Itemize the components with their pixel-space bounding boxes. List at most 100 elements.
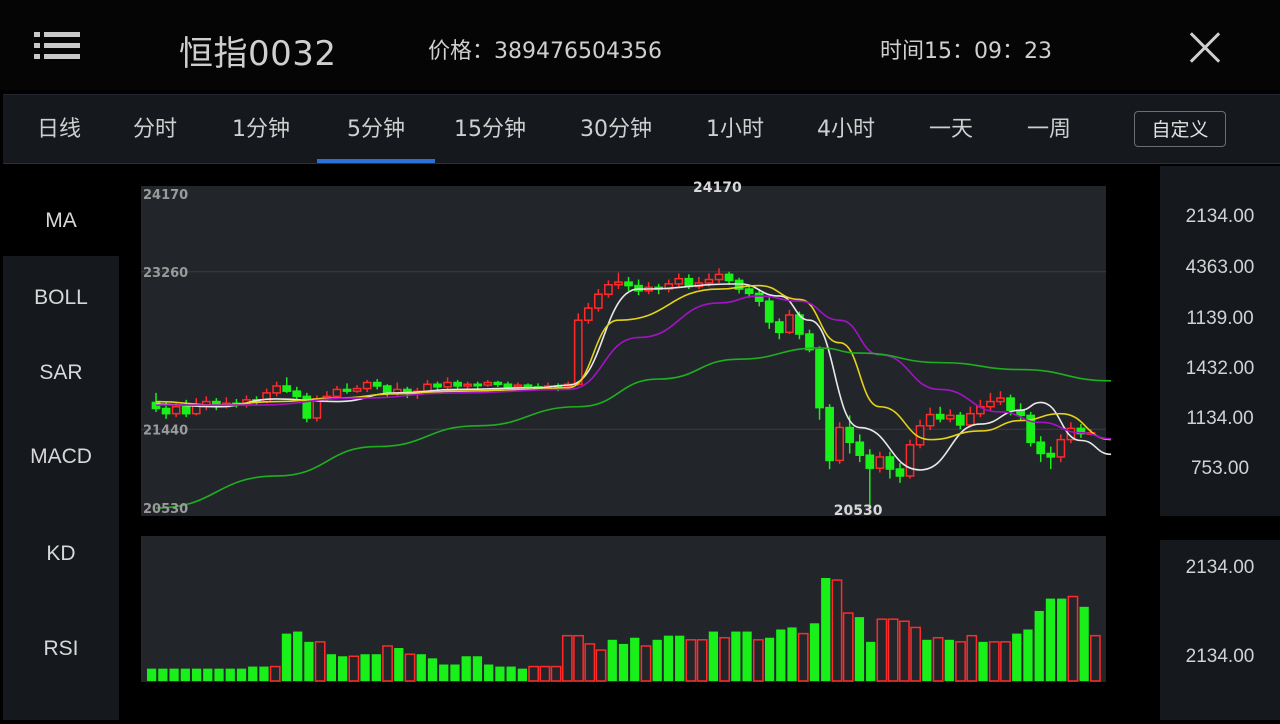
indicator-ma[interactable]: MA (3, 166, 119, 256)
candle-down (1006, 397, 1015, 411)
indicator-boll[interactable]: BOLL (3, 286, 119, 310)
volume-bar (809, 623, 820, 681)
volume-bar (742, 631, 752, 681)
tab-1hour[interactable]: 1小时 (703, 95, 767, 163)
volume-bar (922, 639, 932, 681)
candle-up (835, 426, 845, 462)
candle-up (875, 456, 885, 469)
candle-up (674, 277, 684, 285)
candle-up (785, 314, 794, 334)
tab-daily[interactable]: 日线 (33, 95, 85, 163)
tab-15min[interactable]: 15分钟 (451, 95, 529, 163)
grid-label: 21440 (143, 423, 188, 438)
kline-chart[interactable]: 24170 23260 21440 20530 24170 20530 (119, 166, 1159, 720)
volume-bar (1057, 598, 1067, 681)
volume-bar (416, 654, 426, 681)
candle-up (362, 381, 372, 390)
candle-down (161, 407, 171, 415)
volume-bar (978, 641, 988, 681)
volume-bar (652, 639, 662, 681)
volume-bar (169, 668, 179, 681)
candle-up (704, 278, 714, 284)
volume-bar (304, 641, 314, 681)
volume-axis-label: 2134.00 (1185, 646, 1255, 667)
candle-up (965, 412, 975, 426)
candle-down (433, 383, 442, 388)
candle-up (573, 319, 583, 385)
low-marker: 20530 (834, 503, 883, 519)
candle-up (604, 283, 613, 295)
page-title: 恒指0032 (179, 34, 337, 74)
candle-up (614, 281, 623, 286)
candle-down (865, 454, 875, 469)
candle-down (282, 385, 292, 392)
candle-up (483, 381, 493, 386)
price-axis-label: 1432.00 (1185, 358, 1255, 379)
tab-5min[interactable]: 5分钟 (317, 95, 435, 163)
candle-up (443, 381, 452, 388)
candle-down (955, 414, 965, 426)
volume-bar (944, 639, 954, 681)
grid-label: 23260 (143, 266, 188, 281)
chart-area: 24170 23260 21440 20530 24170 20530 (119, 166, 1159, 720)
price-panel-bg (141, 186, 1106, 516)
time-readout: 时间15：09：23 (880, 39, 1052, 64)
volume-bar (1034, 610, 1044, 681)
volume-bar (731, 631, 741, 681)
candle-down (895, 468, 905, 477)
price-axis-label: 1134.00 (1186, 408, 1254, 429)
high-marker: 24170 (693, 180, 742, 196)
candle-down (855, 441, 865, 456)
candle-up (1056, 438, 1066, 458)
price-axis-label: 4363.00 (1185, 257, 1255, 278)
candle-down (684, 277, 694, 288)
volume-bar (764, 637, 775, 681)
volume-bar (866, 641, 876, 681)
candle-up (171, 406, 181, 415)
volume-bar (248, 666, 258, 681)
indicator-sar[interactable]: SAR (3, 361, 119, 385)
candle-down (724, 273, 734, 282)
price-axis-label: 2134.00 (1185, 206, 1255, 227)
tab-1day[interactable]: 一天 (925, 95, 977, 163)
price-axis: 2134.00 4363.00 1139.00 1432.00 1134.00 … (1160, 166, 1280, 516)
custom-button[interactable]: 自定义 (1134, 111, 1226, 147)
grid-label: 24170 (143, 188, 188, 203)
tab-30min[interactable]: 30分钟 (577, 95, 655, 163)
volume-axis: 2134.00 2134.00 (1160, 540, 1280, 720)
candle-up (714, 273, 724, 281)
volume-bar (147, 668, 157, 681)
candle-up (332, 388, 342, 398)
indicator-rsi[interactable]: RSI (3, 637, 119, 661)
volume-bar (630, 637, 640, 681)
volume-bar (371, 654, 381, 681)
candle-down (885, 456, 895, 470)
volume-bar (191, 668, 202, 681)
indicator-sidebar: MA BOLL SAR MACD KD RSI (3, 166, 119, 720)
tab-1week[interactable]: 一周 (1023, 95, 1075, 163)
volume-bar (607, 639, 617, 681)
indicator-kd[interactable]: KD (3, 542, 119, 566)
candle-up (583, 307, 593, 321)
volume-bar (776, 629, 786, 681)
volume-bar (450, 664, 460, 681)
tab-intraday[interactable]: 分时 (129, 95, 181, 163)
candle-down (493, 381, 503, 385)
candle-down (1036, 441, 1046, 455)
candle-down (382, 385, 392, 394)
price-axis-label: 753.00 (1190, 458, 1250, 479)
volume-bar (180, 668, 190, 681)
tab-4hour[interactable]: 4小时 (814, 95, 878, 163)
menu-icon[interactable] (34, 32, 80, 60)
volume-bar (293, 631, 303, 681)
candle-up (905, 444, 915, 477)
candle-down (754, 292, 764, 302)
volume-bar (338, 656, 348, 681)
candle-down (181, 406, 191, 415)
candle-down (744, 288, 754, 295)
candle-down (935, 413, 945, 420)
tab-1min[interactable]: 1分钟 (229, 95, 293, 163)
indicator-macd[interactable]: MACD (3, 445, 119, 469)
volume-bar (214, 668, 224, 681)
close-icon[interactable] (1188, 31, 1222, 65)
